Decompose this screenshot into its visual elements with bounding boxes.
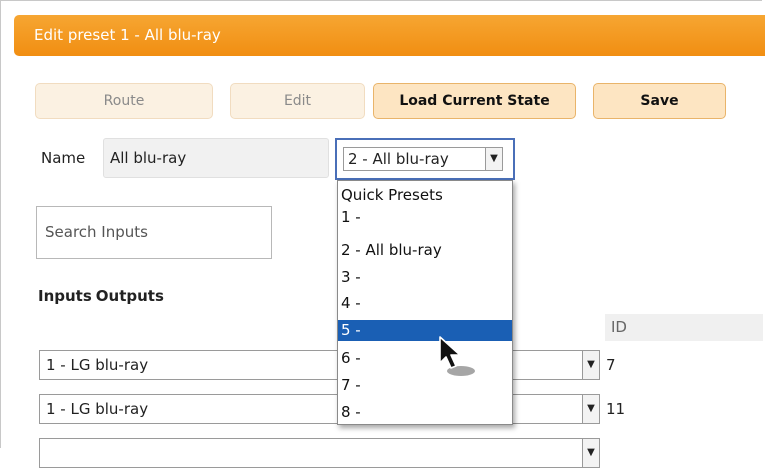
input-select-row-3[interactable]: ▼ [39,438,600,468]
preset-dropdown-list[interactable]: Quick Presets 1 - 2 - All blu-ray 3 - 4 … [337,180,513,425]
dropdown-option-highlighted[interactable]: 5 - [338,320,512,341]
tab-outputs[interactable]: Outputs [96,287,164,305]
id-column-header: ID [605,314,763,341]
mouse-pointer-icon [439,336,475,376]
page-title: Edit preset 1 - All blu-ray [34,26,221,44]
input-select-row-2[interactable]: 1 - LG blu-ray ▼ [39,394,600,424]
input-select-row-1[interactable]: 1 - LG blu-ray ▼ [39,350,600,380]
dropdown-option[interactable]: 7 - [338,375,512,396]
search-input[interactable]: Search Inputs [36,206,272,259]
preset-select[interactable]: 2 - All blu-ray ▼ [335,138,515,180]
route-button[interactable]: Route [35,83,213,119]
name-label: Name [41,149,86,167]
input-select-value: 1 - LG blu-ray [46,400,149,418]
chevron-down-icon[interactable]: ▼ [485,148,502,170]
input-select-value: 1 - LG blu-ray [46,356,149,374]
preset-editor-panel: Edit preset 1 - All blu-ray Route Edit L… [0,0,765,468]
dropdown-option[interactable]: 1 - [338,207,512,228]
tab-strip: Inputs Outputs [38,287,168,305]
dropdown-option[interactable]: 8 - [338,402,512,423]
edit-button[interactable]: Edit [230,83,365,119]
save-button[interactable]: Save [593,83,726,119]
title-bar: Edit preset 1 - All blu-ray [14,15,765,56]
chevron-down-icon[interactable]: ▼ [582,439,599,467]
preset-select-value: 2 - All blu-ray [348,150,449,168]
row-id: 7 [606,356,616,374]
chevron-down-icon[interactable]: ▼ [582,395,599,423]
dropdown-option[interactable]: Quick Presets [338,185,512,206]
dropdown-option[interactable]: 4 - [338,293,512,314]
tab-inputs[interactable]: Inputs [38,287,92,305]
dropdown-option[interactable]: 6 - [338,348,512,369]
chevron-down-icon[interactable]: ▼ [582,351,599,379]
preset-select-value-box[interactable]: 2 - All blu-ray ▼ [343,147,503,171]
dropdown-option[interactable]: 3 - [338,267,512,288]
load-current-state-button[interactable]: Load Current State [373,83,576,119]
name-field[interactable]: All blu-ray [103,138,329,178]
dropdown-option[interactable]: 2 - All blu-ray [338,240,512,261]
row-id: 11 [606,400,626,418]
